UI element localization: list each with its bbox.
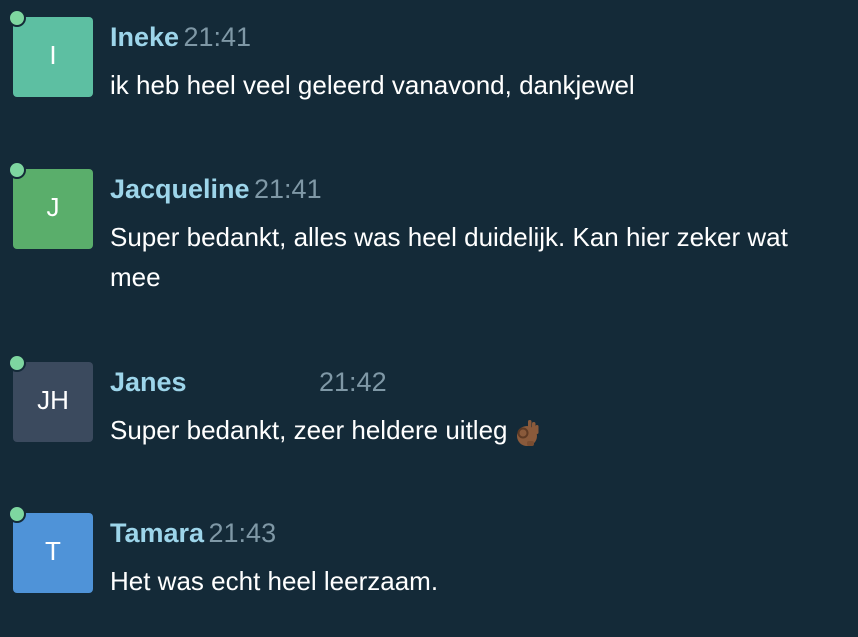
- avatar[interactable]: J: [13, 169, 93, 249]
- avatar[interactable]: JH: [13, 362, 93, 442]
- message-text: ik heb heel veel geleerd vanavond, dankj…: [110, 70, 635, 100]
- online-status-indicator: [8, 505, 26, 523]
- sender-name[interactable]: Jacqueline: [110, 174, 250, 204]
- avatar-container[interactable]: J: [8, 161, 93, 249]
- ok-hand-icon: [516, 420, 538, 447]
- message-text: Het was echt heel leerzaam.: [110, 566, 439, 596]
- message-header: Janes 21:42: [110, 362, 387, 402]
- avatar-container[interactable]: I: [8, 9, 93, 97]
- message-text-content: Super bedankt, zeer heldere uitleg: [110, 415, 508, 445]
- message-text: Super bedankt, zeer heldere uitleg: [110, 410, 845, 450]
- message-header: Ineke 21:41: [110, 17, 251, 57]
- avatar[interactable]: I: [13, 17, 93, 97]
- timestamp: 21:42: [319, 367, 387, 397]
- online-status-indicator: [8, 9, 26, 27]
- message-text: Super bedankt, alles was heel duidelijk.…: [110, 222, 788, 292]
- sender-name[interactable]: Ineke: [110, 22, 179, 52]
- message-header: Jacqueline 21:41: [110, 169, 322, 209]
- online-status-indicator: [8, 161, 26, 179]
- sender-name[interactable]: Tamara: [110, 518, 204, 548]
- timestamp: 21:41: [183, 22, 252, 52]
- message-header: Tamara 21:43: [110, 513, 276, 553]
- sender-name[interactable]: Janes: [110, 367, 187, 397]
- timestamp: 21:41: [254, 174, 322, 204]
- timestamp: 21:43: [208, 518, 277, 548]
- online-status-indicator: [8, 354, 26, 372]
- avatar-container[interactable]: T: [8, 505, 93, 593]
- avatar-container[interactable]: JH: [8, 354, 93, 442]
- avatar[interactable]: T: [13, 513, 93, 593]
